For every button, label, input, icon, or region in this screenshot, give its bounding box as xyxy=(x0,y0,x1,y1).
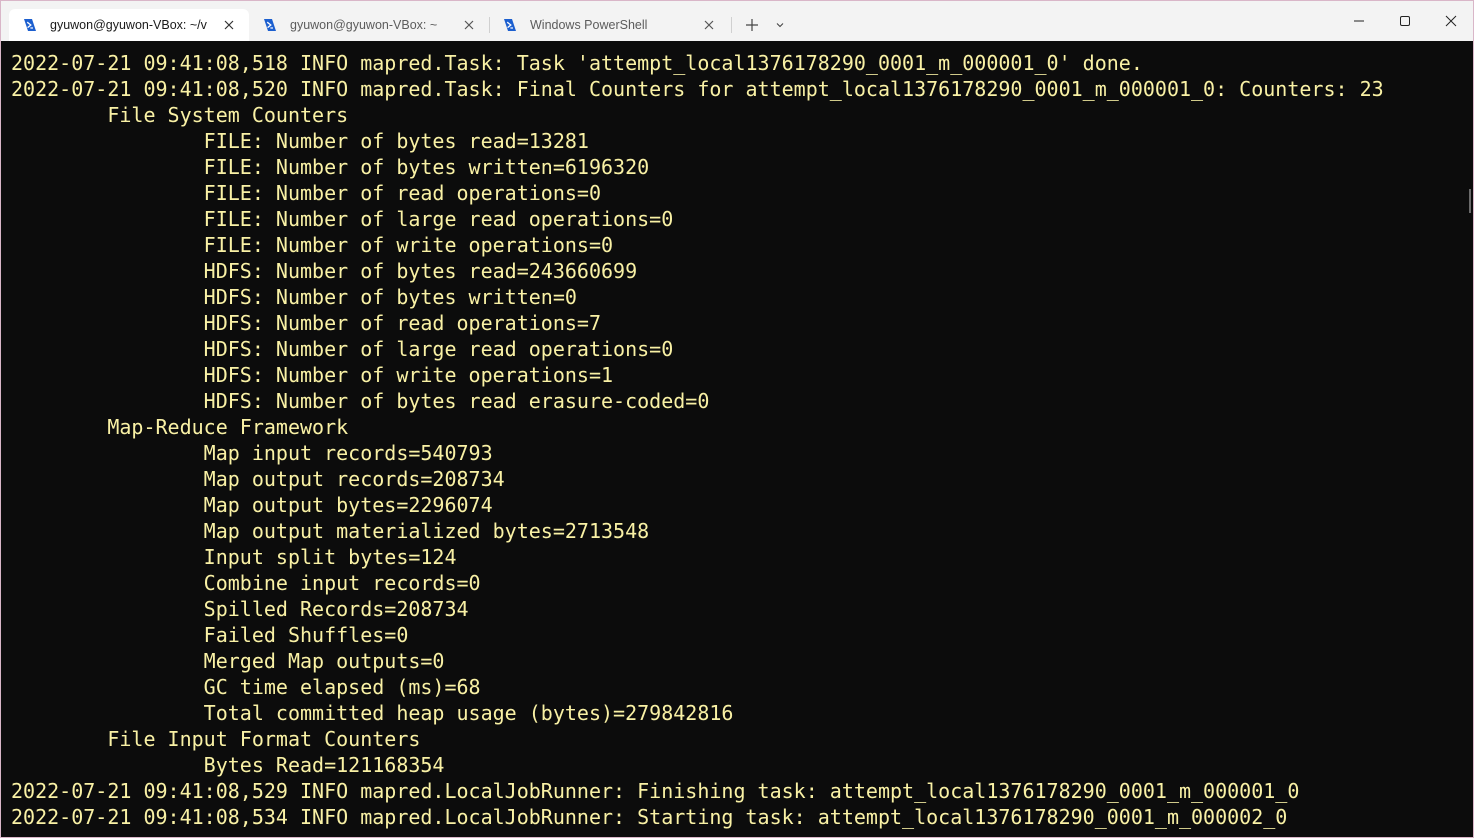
new-tab-button[interactable] xyxy=(738,11,766,39)
powershell-icon xyxy=(24,19,36,31)
close-icon[interactable] xyxy=(461,17,477,33)
tab-dropdown-button[interactable] xyxy=(767,11,793,39)
terminal-line: Total committed heap usage (bytes)=27984… xyxy=(11,701,734,725)
terminal-line: FILE: Number of read operations=0 xyxy=(11,181,602,205)
terminal-line: Map output bytes=2296074 xyxy=(11,493,493,517)
close-icon[interactable] xyxy=(221,17,237,33)
terminal-line: FILE: Number of large read operations=0 xyxy=(11,207,674,231)
powershell-icon xyxy=(504,19,516,31)
maximize-icon xyxy=(1400,16,1410,26)
terminal-line: Map input records=540793 xyxy=(11,441,493,465)
tab-title: gyuwon@gyuwon-VBox: ~ xyxy=(290,18,438,32)
terminal-line: Input split bytes=124 xyxy=(11,545,457,569)
terminal-line: Bytes Read=121168354 xyxy=(11,753,445,777)
terminal-window: gyuwon@gyuwon-VBox: ~/v gyuwon@gyuwon-VB… xyxy=(0,0,1474,838)
terminal-line: Combine input records=0 xyxy=(11,571,481,595)
powershell-icon xyxy=(264,19,276,31)
terminal-line: FILE: Number of bytes read=13281 xyxy=(11,129,589,153)
terminal-line: File System Counters xyxy=(11,103,349,127)
close-window-icon xyxy=(1445,15,1457,27)
minimize-button[interactable] xyxy=(1336,1,1382,41)
terminal-line: HDFS: Number of write operations=1 xyxy=(11,363,614,387)
terminal-line: FILE: Number of bytes written=6196320 xyxy=(11,155,650,179)
terminal-line: Spilled Records=208734 xyxy=(11,597,469,621)
terminal-line: HDFS: Number of bytes read=243660699 xyxy=(11,259,638,283)
terminal-line: FILE: Number of write operations=0 xyxy=(11,233,614,257)
terminal-line: Map output records=208734 xyxy=(11,467,505,491)
terminal-line: GC time elapsed (ms)=68 xyxy=(11,675,481,699)
terminal-line: HDFS: Number of bytes read erasure-coded… xyxy=(11,389,710,413)
terminal-line: Merged Map outputs=0 xyxy=(11,649,445,673)
title-bar: gyuwon@gyuwon-VBox: ~/v gyuwon@gyuwon-VB… xyxy=(1,1,1473,41)
tab-ubuntu-vbox-2[interactable]: gyuwon@gyuwon-VBox: ~ xyxy=(249,9,489,41)
terminal-line: HDFS: Number of large read operations=0 xyxy=(11,337,674,361)
terminal-line: Failed Shuffles=0 xyxy=(11,623,409,647)
terminal-line: 2022-07-21 09:41:08,518 INFO mapred.Task… xyxy=(11,51,1143,75)
terminal-line: 2022-07-21 09:41:08,529 INFO mapred.Loca… xyxy=(11,779,1300,803)
terminal-line: HDFS: Number of bytes written=0 xyxy=(11,285,577,309)
scrollbar-thumb[interactable] xyxy=(1469,189,1471,213)
plus-icon xyxy=(746,19,758,31)
close-icon[interactable] xyxy=(701,17,717,33)
tab-separator xyxy=(731,17,732,33)
terminal-line: HDFS: Number of read operations=7 xyxy=(11,311,602,335)
chevron-down-icon xyxy=(776,23,784,28)
terminal-line: Map-Reduce Framework xyxy=(11,415,349,439)
terminal-line: 2022-07-21 09:41:08,534 INFO mapred.Loca… xyxy=(11,805,1288,829)
terminal-output[interactable]: 2022-07-21 09:41:08,518 INFO mapred.Task… xyxy=(1,41,1473,837)
tab-windows-powershell[interactable]: Windows PowerShell xyxy=(489,9,729,41)
close-window-button[interactable] xyxy=(1428,1,1473,41)
minimize-icon xyxy=(1354,20,1364,22)
maximize-button[interactable] xyxy=(1382,1,1428,41)
terminal-line: 2022-07-21 09:41:08,520 INFO mapred.Task… xyxy=(11,77,1384,101)
tab-title: gyuwon@gyuwon-VBox: ~/v xyxy=(50,18,207,32)
terminal-line: File Input Format Counters xyxy=(11,727,421,751)
tab-title: Windows PowerShell xyxy=(530,18,648,32)
tab-ubuntu-vbox-1[interactable]: gyuwon@gyuwon-VBox: ~/v xyxy=(9,9,249,41)
terminal-line: Map output materialized bytes=2713548 xyxy=(11,519,650,543)
